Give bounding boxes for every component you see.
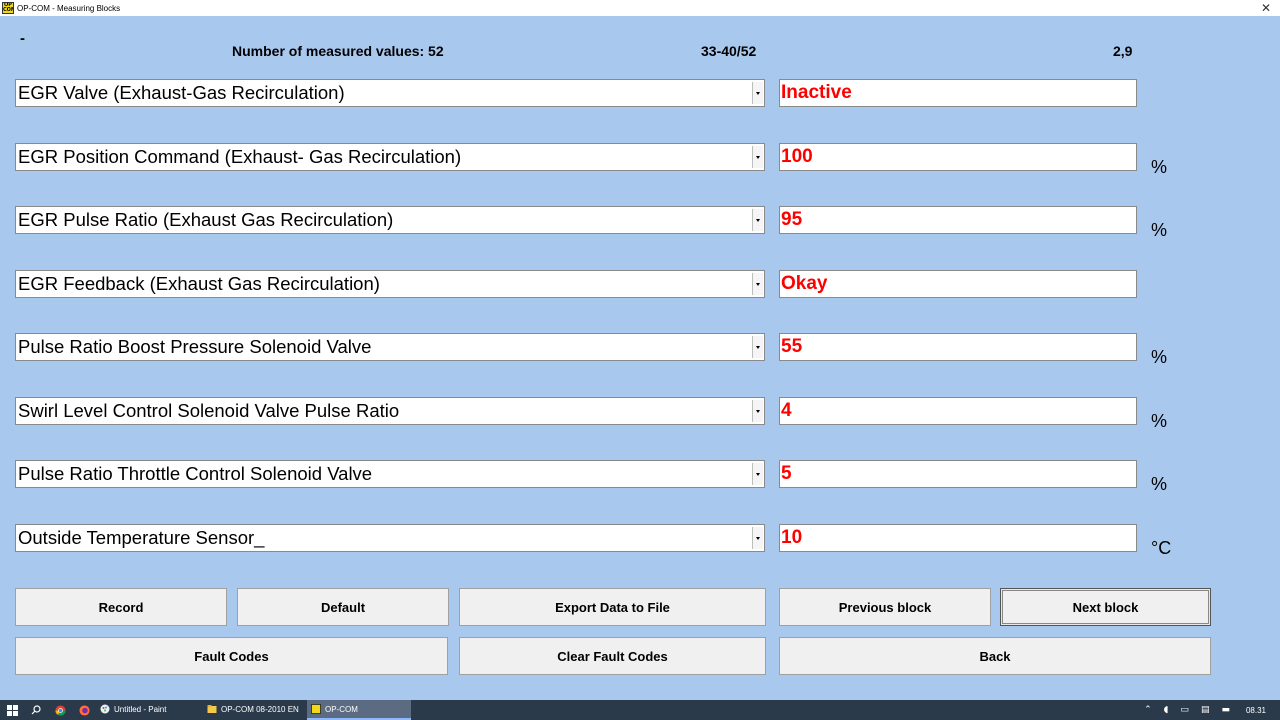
parameter-select[interactable]: Outside Temperature Sensor_ bbox=[15, 524, 765, 552]
network-icon[interactable]: ▭ bbox=[1180, 705, 1189, 715]
keyboard-icon[interactable]: ▤ bbox=[1201, 705, 1210, 715]
chevron-down-icon[interactable] bbox=[752, 400, 763, 422]
title-bar: OP COM OP-COM - Measuring Blocks ✕ bbox=[0, 0, 1280, 16]
block-range: 33-40/52 bbox=[701, 43, 757, 59]
chrome-icon[interactable] bbox=[48, 700, 72, 720]
value-field: 55 bbox=[779, 333, 1137, 361]
parameter-select[interactable]: Pulse Ratio Throttle Control Solenoid Va… bbox=[15, 460, 765, 488]
unit-label: % bbox=[1151, 474, 1168, 494]
parameter-label: Outside Temperature Sensor_ bbox=[18, 527, 265, 548]
chevron-down-icon[interactable] bbox=[752, 146, 763, 168]
measurement-row: EGR Feedback (Exhaust Gas Recirculation)… bbox=[0, 270, 1280, 300]
measurement-row: EGR Pulse Ratio (Exhaust Gas Recirculati… bbox=[0, 206, 1280, 240]
measurement-row: EGR Position Command (Exhaust- Gas Recir… bbox=[0, 143, 1280, 177]
parameter-label: EGR Pulse Ratio (Exhaust Gas Recirculati… bbox=[18, 209, 394, 230]
op-com-icon bbox=[311, 704, 321, 714]
default-button[interactable]: Default bbox=[237, 588, 449, 626]
measuring-blocks-panel: - Number of measured values: 52 33-40/52… bbox=[0, 16, 1280, 700]
next-block-button[interactable]: Next block bbox=[1000, 588, 1211, 626]
volume-icon[interactable]: ◖ bbox=[1164, 705, 1169, 715]
start-button[interactable] bbox=[0, 700, 24, 720]
chevron-down-icon[interactable] bbox=[752, 273, 763, 295]
parameter-label: Pulse Ratio Throttle Control Solenoid Va… bbox=[18, 463, 373, 484]
fault-codes-button[interactable]: Fault Codes bbox=[15, 637, 448, 675]
measurement-row: EGR Valve (Exhaust-Gas Recirculation) In… bbox=[0, 79, 1280, 109]
firefox-icon[interactable] bbox=[72, 700, 96, 720]
unit-label: % bbox=[1151, 347, 1168, 367]
unit-label: % bbox=[1151, 411, 1168, 431]
value-field: Okay bbox=[779, 270, 1137, 298]
export-data-button[interactable]: Export Data to File bbox=[459, 588, 766, 626]
parameter-label: EGR Position Command (Exhaust- Gas Recir… bbox=[18, 146, 462, 167]
close-window-button[interactable]: ✕ bbox=[1258, 0, 1274, 16]
taskbar: Untitled - Paint OP-COM 08-2010 EN OP-CO… bbox=[0, 700, 1280, 720]
chevron-down-icon[interactable] bbox=[752, 527, 763, 549]
chevron-down-icon[interactable] bbox=[752, 209, 763, 231]
chevron-down-icon[interactable] bbox=[752, 82, 763, 104]
window-title: OP-COM - Measuring Blocks bbox=[17, 3, 121, 13]
chevron-up-icon[interactable]: ⌃ bbox=[1144, 705, 1152, 715]
parameter-select[interactable]: EGR Feedback (Exhaust Gas Recirculation) bbox=[15, 270, 765, 298]
parameter-label: EGR Valve (Exhaust-Gas Recirculation) bbox=[18, 82, 345, 103]
value-field: 10 bbox=[779, 524, 1137, 552]
task-opcom[interactable]: OP-COM bbox=[307, 700, 411, 720]
status-dash: - bbox=[20, 30, 25, 47]
measurement-row: Pulse Ratio Boost Pressure Solenoid Valv… bbox=[0, 333, 1280, 367]
measurement-row: Swirl Level Control Solenoid Valve Pulse… bbox=[0, 397, 1280, 431]
value-field: 95 bbox=[779, 206, 1137, 234]
task-opcom-folder[interactable]: OP-COM 08-2010 EN bbox=[203, 700, 307, 720]
value-field: Inactive bbox=[779, 79, 1137, 107]
clock[interactable]: 08.31 bbox=[1246, 706, 1266, 715]
unit-label: °C bbox=[1151, 538, 1172, 558]
previous-block-button[interactable]: Previous block bbox=[779, 588, 991, 626]
system-tray: ⌃ ◖ ▭ ▤ ▬ 08.31 bbox=[1138, 700, 1280, 720]
task-label: OP-COM 08-2010 EN bbox=[221, 704, 299, 714]
measurement-row: Pulse Ratio Throttle Control Solenoid Va… bbox=[0, 460, 1280, 494]
back-button[interactable]: Back bbox=[779, 637, 1211, 675]
chevron-down-icon[interactable] bbox=[752, 463, 763, 485]
task-label: Untitled - Paint bbox=[114, 704, 167, 714]
clear-fault-codes-button[interactable]: Clear Fault Codes bbox=[459, 637, 766, 675]
parameter-select[interactable]: Pulse Ratio Boost Pressure Solenoid Valv… bbox=[15, 333, 765, 361]
task-paint[interactable]: Untitled - Paint bbox=[96, 700, 203, 720]
value-field: 100 bbox=[779, 143, 1137, 171]
search-icon[interactable] bbox=[24, 700, 48, 720]
unit-label: % bbox=[1151, 157, 1168, 177]
chevron-down-icon[interactable] bbox=[752, 336, 763, 358]
value-field: 5 bbox=[779, 460, 1137, 488]
parameter-select[interactable]: EGR Position Command (Exhaust- Gas Recir… bbox=[15, 143, 765, 171]
task-label: OP-COM bbox=[325, 704, 358, 714]
parameter-label: Swirl Level Control Solenoid Valve Pulse… bbox=[18, 400, 400, 421]
value-field: 4 bbox=[779, 397, 1137, 425]
unit-label: % bbox=[1151, 220, 1168, 240]
parameter-label: EGR Feedback (Exhaust Gas Recirculation) bbox=[18, 273, 380, 294]
parameter-select[interactable]: EGR Valve (Exhaust-Gas Recirculation) bbox=[15, 79, 765, 107]
folder-icon bbox=[207, 705, 217, 713]
windows-icon bbox=[6, 704, 18, 716]
paint-icon bbox=[100, 704, 110, 714]
measured-values-count: Number of measured values: 52 bbox=[232, 43, 444, 59]
op-com-logo-icon: OP COM bbox=[2, 2, 14, 14]
header-value: 2,9 bbox=[1113, 43, 1133, 59]
measurement-row: Outside Temperature Sensor_ 10 °C bbox=[0, 524, 1280, 558]
battery-icon[interactable]: ▬ bbox=[1221, 705, 1230, 715]
record-button[interactable]: Record bbox=[15, 588, 227, 626]
parameter-select[interactable]: EGR Pulse Ratio (Exhaust Gas Recirculati… bbox=[15, 206, 765, 234]
parameter-label: Pulse Ratio Boost Pressure Solenoid Valv… bbox=[18, 336, 372, 357]
parameter-select[interactable]: Swirl Level Control Solenoid Valve Pulse… bbox=[15, 397, 765, 425]
